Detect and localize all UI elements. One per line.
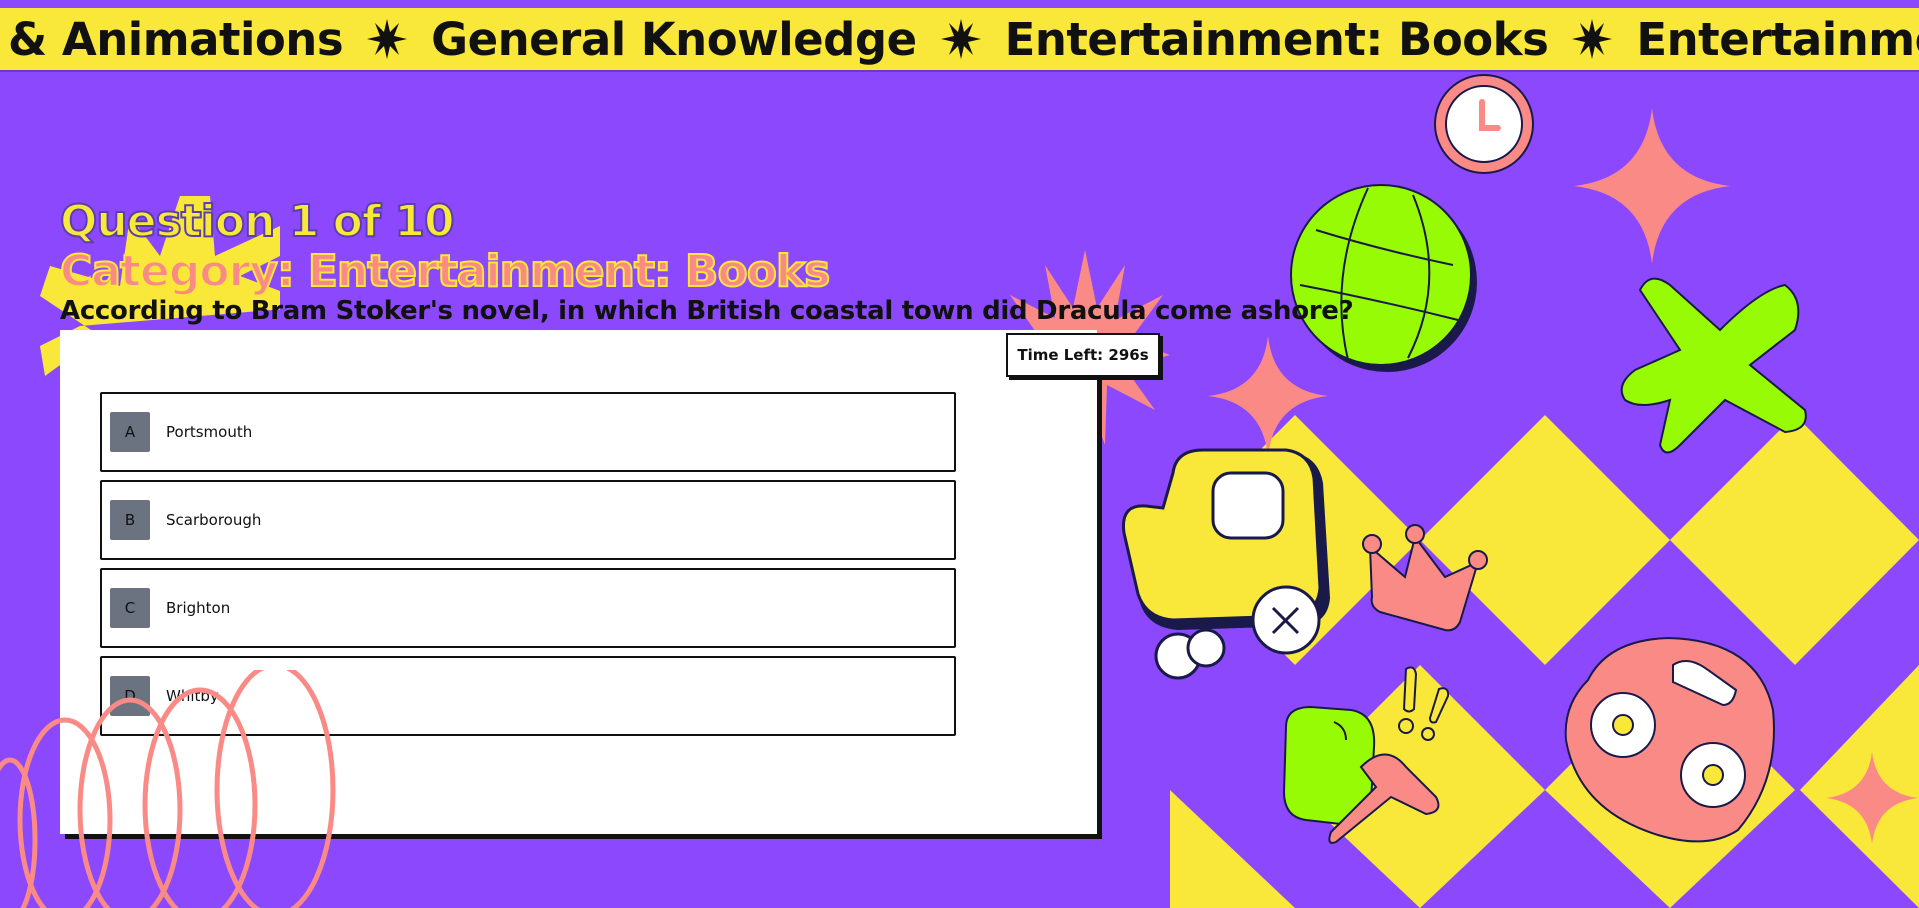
marquee-item: & Animations (8, 12, 344, 66)
answer-option-a[interactable]: A Portsmouth (100, 392, 956, 472)
airplane-icon (1620, 277, 1807, 454)
answer-option-d[interactable]: D Whitby (100, 656, 956, 736)
answer-letter-badge: B (110, 500, 150, 540)
sparkle-icon (1826, 752, 1918, 844)
answer-label: Portsmouth (166, 423, 253, 441)
answer-letter-badge: A (110, 412, 150, 452)
camera-icon (1564, 636, 1775, 843)
answer-card: A Portsmouth B Scarborough C Brighton D … (60, 330, 1097, 834)
answer-label: Whitby (166, 687, 219, 705)
marquee-track: & Animations General Knowledge Entertain… (8, 13, 1919, 66)
answer-label: Brighton (166, 599, 231, 617)
clock-icon (1434, 74, 1534, 174)
question-counter: Question 1 of 10 (59, 195, 456, 248)
question-header: Question 1 of 10 Category: Entertainment… (59, 195, 831, 297)
marquee-item: Entertainment: Film (1636, 12, 1919, 66)
timer-badge: Time Left: 296s (1006, 333, 1160, 377)
train-icon (1121, 448, 1330, 680)
category-label: Category: Entertainment: Books (59, 246, 831, 297)
answer-letter-badge: D (110, 676, 150, 716)
marquee-item: Entertainment: Books (1004, 12, 1549, 66)
answer-label: Scarborough (166, 511, 262, 529)
crown-icon (1362, 524, 1488, 632)
starburst-separator-icon (940, 19, 981, 59)
question-text: According to Bram Stoker's novel, in whi… (60, 296, 1354, 326)
ice-cream-icon (1282, 705, 1440, 844)
answer-option-c[interactable]: C Brighton (100, 568, 956, 648)
answer-letter-badge: C (110, 588, 150, 628)
starburst-separator-icon (367, 19, 408, 59)
globe-icon (1290, 184, 1477, 372)
sparkle-icon (1574, 108, 1730, 264)
answer-option-b[interactable]: B Scarborough (100, 480, 956, 560)
category-marquee: & Animations General Knowledge Entertain… (0, 8, 1919, 72)
starburst-separator-icon (1572, 19, 1613, 59)
marquee-item: General Knowledge (431, 12, 917, 66)
